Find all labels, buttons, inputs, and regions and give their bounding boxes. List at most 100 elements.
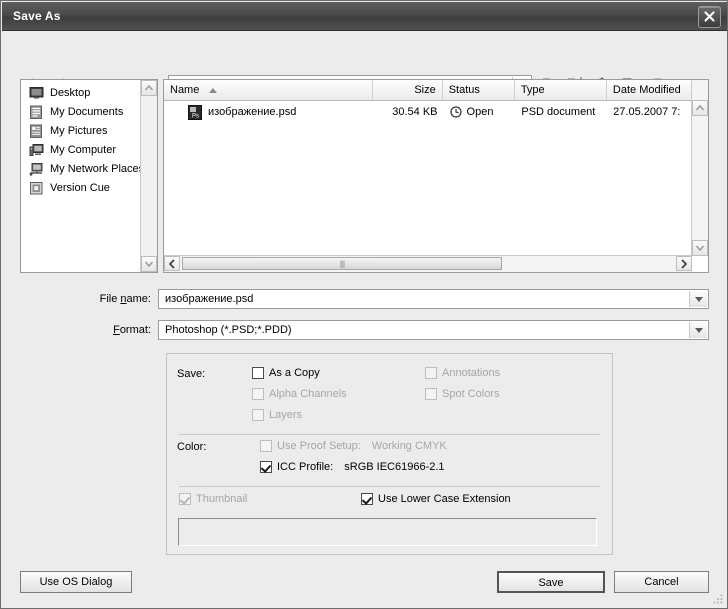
message-text [179, 519, 596, 531]
checkbox-use-lower-case-extension[interactable]: Use Lower Case Extension [361, 493, 511, 505]
checkbox-label: Layers [269, 409, 302, 421]
checkbox-label: Use Proof Setup: [277, 440, 361, 452]
chevron-down-icon [693, 241, 707, 255]
sidebar-item-label: Desktop [50, 87, 90, 99]
documents-folder-icon [29, 105, 44, 119]
file-list[interactable]: Name Size Status Type Date Modified P [163, 79, 709, 273]
sidebar-item-label: Version Cue [50, 182, 110, 194]
pictures-folder-icon [29, 124, 44, 138]
checkbox-box [252, 388, 264, 400]
scroll-down-button[interactable] [692, 240, 708, 256]
status-text: Open [467, 102, 494, 122]
chevron-down-icon [142, 257, 156, 271]
sidebar-item-version-cue[interactable]: Version Cue [21, 178, 157, 197]
checkbox-box [425, 388, 437, 400]
places-sidebar[interactable]: Desktop My Documents [20, 79, 158, 273]
checkbox-label: Annotations [442, 367, 500, 379]
sidebar-item-my-pictures[interactable]: My Pictures [21, 121, 157, 140]
svg-text:Ps: Ps [192, 113, 199, 119]
checkbox-thumbnail: Thumbnail [179, 493, 247, 505]
cell-name: Ps изображение.psd [164, 102, 374, 122]
file-name-combobox[interactable]: изображение.psd [158, 289, 709, 309]
places-scroll-up-button[interactable] [141, 80, 157, 96]
cell-status: Open [444, 102, 516, 122]
places-scroll-down-button[interactable] [141, 256, 157, 272]
file-name-text: изображение.psd [208, 102, 296, 122]
chevron-up-icon [142, 81, 156, 95]
file-name-input-value[interactable]: изображение.psd [165, 293, 253, 305]
checkbox-label: Alpha Channels [269, 388, 347, 400]
column-header-type[interactable]: Type [515, 80, 607, 100]
chevron-up-icon [693, 101, 707, 115]
checkbox-label: As a Copy [269, 367, 320, 379]
sidebar-item-my-network-places[interactable]: My Network Places [21, 159, 157, 178]
sidebar-item-label: My Computer [50, 144, 116, 156]
grip-icon: |||| [340, 259, 344, 268]
horizontal-scroll-thumb[interactable]: |||| [182, 257, 502, 270]
checkbox-box [179, 493, 191, 505]
checkbox-label: Spot Colors [442, 388, 499, 400]
close-icon [703, 10, 716, 23]
column-label: Date Modified [613, 84, 681, 96]
chevron-down-icon[interactable] [689, 322, 707, 338]
cancel-button[interactable]: Cancel [614, 571, 709, 593]
sidebar-item-my-documents[interactable]: My Documents [21, 102, 157, 121]
close-button[interactable] [698, 6, 721, 28]
places-scrollbar[interactable] [140, 80, 157, 272]
scroll-right-button[interactable] [676, 256, 692, 271]
navigation-toolbar: Save in: My Pictures [2, 31, 728, 71]
column-label: Size [414, 84, 435, 96]
column-header-status[interactable]: Status [443, 80, 515, 100]
color-row-label: Color: [177, 441, 206, 453]
divider [179, 486, 600, 487]
checkbox-box[interactable] [260, 461, 272, 473]
scroll-up-button[interactable] [692, 100, 708, 116]
save-row-label: Save: [177, 368, 205, 380]
sidebar-item-desktop[interactable]: Desktop [21, 83, 157, 102]
checkbox-alpha-channels: Alpha Channels [252, 388, 347, 400]
chevron-left-icon [165, 257, 179, 271]
checkbox-annotations: Annotations [425, 367, 500, 379]
file-list-horizontal-scrollbar[interactable]: |||| [164, 255, 692, 272]
checkbox-box [425, 367, 437, 379]
format-combobox[interactable]: Photoshop (*.PSD;*.PDD) [158, 320, 709, 340]
chevron-down-icon[interactable] [689, 291, 707, 307]
psd-file-icon: Ps [188, 105, 202, 120]
use-os-dialog-button[interactable]: Use OS Dialog [20, 571, 132, 593]
format-label: Format: [31, 324, 151, 336]
format-value: Photoshop (*.PSD;*.PDD) [165, 324, 292, 336]
network-icon [29, 162, 44, 176]
checkbox-icc-profile[interactable]: ICC Profile: sRGB IEC61966-2.1 [260, 461, 445, 473]
checkbox-box[interactable] [252, 367, 264, 379]
scroll-left-button[interactable] [164, 256, 180, 271]
sidebar-item-my-computer[interactable]: My Computer [21, 140, 157, 159]
icc-profile-value: sRGB IEC61966-2.1 [344, 461, 444, 473]
sidebar-item-label: My Pictures [50, 125, 107, 137]
column-header-size[interactable]: Size [373, 80, 442, 100]
title-bar: Save As [2, 2, 728, 31]
column-header-name[interactable]: Name [164, 80, 373, 100]
clock-icon [450, 106, 462, 118]
checkbox-as-a-copy[interactable]: As a Copy [252, 367, 320, 379]
sort-ascending-icon [209, 88, 217, 93]
proof-setup-value: Working CMYK [372, 440, 447, 452]
version-cue-icon [29, 181, 44, 195]
table-row[interactable]: Ps изображение.psd 30.54 KB Open PSD doc… [164, 102, 708, 122]
save-button[interactable]: Save [497, 571, 605, 593]
checkbox-spot-colors: Spot Colors [425, 388, 499, 400]
checkbox-box[interactable] [361, 493, 373, 505]
divider [179, 434, 600, 435]
sidebar-item-label: My Documents [50, 106, 123, 118]
resize-grip-icon[interactable] [712, 593, 724, 605]
chevron-right-icon [677, 257, 691, 271]
checkbox-use-proof-setup: Use Proof Setup: Working CMYK [260, 440, 447, 452]
checkbox-label: ICC Profile: [277, 461, 333, 473]
places-list: Desktop My Documents [21, 80, 157, 197]
file-list-vertical-scrollbar[interactable] [691, 80, 708, 256]
save-options-group: Save: As a Copy Alpha Channels Layers An… [166, 353, 613, 555]
window-title: Save As [13, 9, 61, 23]
checkbox-label: Use Lower Case Extension [378, 493, 511, 505]
message-area [178, 518, 597, 546]
column-label: Status [449, 84, 480, 96]
cell-type: PSD document [515, 102, 607, 122]
